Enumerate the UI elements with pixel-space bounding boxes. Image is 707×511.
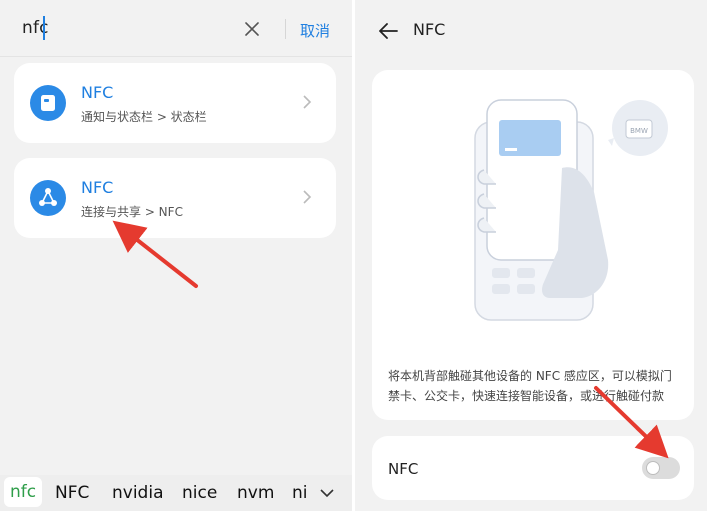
close-icon[interactable] [243,20,261,38]
keyboard-suggestion-bar: nfc NFC nvidia nice nvm ni [0,475,352,511]
divider [285,19,286,39]
nfc-toggle-label: NFC [388,460,419,478]
suggestion-item[interactable]: NFC [55,483,89,503]
chevron-right-icon [303,190,312,204]
search-bar: nfc 取消 [0,0,352,57]
suggestion-item[interactable]: ni [292,483,308,503]
suggestion-item[interactable]: nvidia [112,483,164,503]
chevron-right-icon [303,95,312,109]
search-result-status-bar[interactable]: NFC 通知与状态栏 > 状态栏 [14,63,336,143]
text-caret [43,16,45,40]
suggestion-item[interactable]: nvm [237,483,274,503]
suggestion-item[interactable]: nfc [4,477,43,507]
result-subtitle: 通知与状态栏 > 状态栏 [81,110,207,124]
result-title: NFC [81,178,114,197]
search-result-nfc[interactable]: NFC 连接与共享 > NFC [14,158,336,238]
share-icon [30,180,66,216]
toggle-knob [646,461,660,475]
nfc-toggle-row[interactable]: NFC [372,436,694,500]
nfc-info-card: BMW 将本机背部触碰其他设备的 NFC 感应区，可以模拟门禁卡、公交卡，快速连… [372,70,694,420]
chevron-down-icon[interactable] [318,485,336,501]
page-title: NFC [413,20,446,39]
nfc-settings-pane: NFC BMW 将本机背部触碰其他设备的 NFC 感应区，可以模拟门禁卡、公交卡… [355,0,707,511]
badge-text: BMW [630,127,648,135]
cancel-button[interactable]: 取消 [300,20,330,41]
status-bar-icon [30,85,66,121]
nfc-toggle-switch[interactable] [642,457,680,479]
nfc-illustration: BMW [474,99,668,321]
nfc-description: 将本机背部触碰其他设备的 NFC 感应区，可以模拟门禁卡、公交卡，快速连接智能设… [388,369,672,403]
result-subtitle: 连接与共享 > NFC [81,205,183,219]
back-arrow-icon[interactable] [377,22,399,40]
result-title: NFC [81,83,114,102]
search-pane: nfc 取消 NFC 通知与状态栏 > 状态栏 NFC 连接与共享 > NFC … [0,0,352,511]
suggestion-item[interactable]: nice [182,483,217,503]
